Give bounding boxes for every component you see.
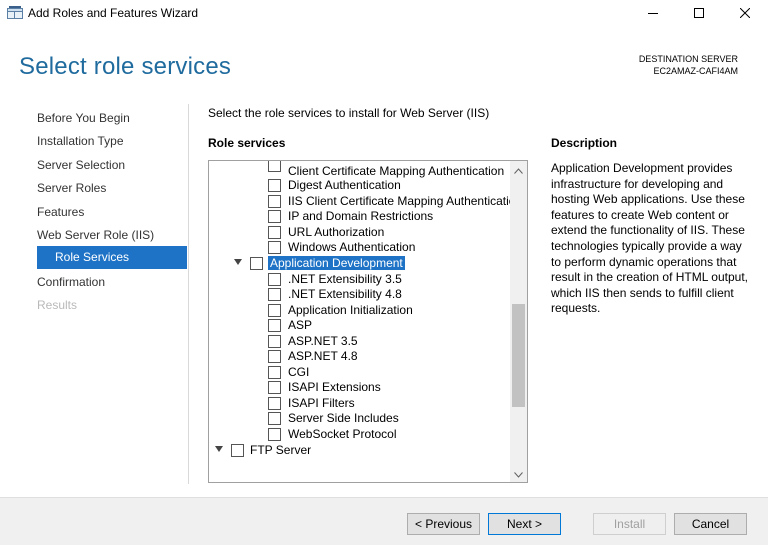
checkbox[interactable] <box>268 381 281 394</box>
nav-item-server-roles[interactable]: Server Roles <box>37 181 106 195</box>
checkbox[interactable] <box>268 241 281 254</box>
expand-collapse-icon[interactable] <box>215 446 223 452</box>
checkbox[interactable] <box>268 179 281 192</box>
nav-item-before-you-begin[interactable]: Before You Begin <box>37 111 130 125</box>
destination-server-name: EC2AMAZ-CAFI4AM <box>653 66 738 76</box>
previous-button[interactable]: < Previous <box>407 513 480 535</box>
checkbox[interactable] <box>268 304 281 317</box>
checkbox[interactable] <box>250 257 263 270</box>
description-text: Application Development provides infrast… <box>551 161 748 316</box>
checkbox[interactable] <box>268 288 281 301</box>
window-title: Add Roles and Features Wizard <box>28 6 199 20</box>
wizard-footer: < Previous Next > Install Cancel <box>0 497 768 545</box>
checkbox[interactable] <box>268 210 281 223</box>
checkbox[interactable] <box>268 428 281 441</box>
checkbox[interactable] <box>268 226 281 239</box>
title-bar: Add Roles and Features Wizard <box>0 0 768 26</box>
page-title: Select role services <box>19 53 232 80</box>
close-icon <box>740 8 750 18</box>
checkbox[interactable] <box>268 161 281 172</box>
nav-item-role-services[interactable]: Role Services <box>37 246 187 269</box>
tree-scrollbar[interactable] <box>510 161 527 482</box>
description-heading: Description <box>551 136 618 150</box>
scroll-up-button[interactable] <box>510 161 527 178</box>
install-button: Install <box>593 513 666 535</box>
destination-server-info: DESTINATION SERVER EC2AMAZ-CAFI4AM <box>639 53 738 77</box>
checkbox[interactable] <box>268 366 281 379</box>
checkbox[interactable] <box>268 273 281 286</box>
checkbox[interactable] <box>268 412 281 425</box>
checkbox[interactable] <box>268 397 281 410</box>
nav-item-installation-type[interactable]: Installation Type <box>37 134 124 148</box>
close-button[interactable] <box>722 0 768 26</box>
role-services-heading: Role services <box>208 136 286 150</box>
minimize-icon <box>648 8 658 18</box>
instruction-text: Select the role services to install for … <box>208 106 490 120</box>
cancel-button[interactable]: Cancel <box>674 513 747 535</box>
tree-item-application-development[interactable]: Application Development <box>209 256 509 271</box>
maximize-button[interactable] <box>676 0 722 26</box>
checkbox[interactable] <box>268 195 281 208</box>
checkbox[interactable] <box>231 444 244 457</box>
scroll-down-button[interactable] <box>510 465 527 482</box>
nav-item-web-server-role[interactable]: Web Server Role (IIS) <box>37 228 154 242</box>
wizard-header: Select role services DESTINATION SERVER … <box>0 26 768 98</box>
wizard-navigation: Before You Begin Installation Type Serve… <box>0 98 188 484</box>
next-button[interactable]: Next > <box>488 513 561 535</box>
expand-collapse-icon[interactable] <box>234 259 242 265</box>
nav-item-confirmation[interactable]: Confirmation <box>37 275 105 289</box>
checkbox[interactable] <box>268 335 281 348</box>
destination-server-label: DESTINATION SERVER <box>638 54 738 64</box>
minimize-button[interactable] <box>630 0 676 26</box>
nav-item-role-services-label: Role Services <box>55 250 130 264</box>
chevron-down-icon <box>514 467 523 481</box>
checkbox[interactable] <box>268 350 281 363</box>
nav-item-features[interactable]: Features <box>37 205 84 219</box>
nav-item-results: Results <box>37 298 78 312</box>
server-manager-icon <box>7 6 23 19</box>
chevron-up-icon <box>514 163 523 177</box>
nav-item-server-selection[interactable]: Server Selection <box>37 158 125 172</box>
checkbox[interactable] <box>268 319 281 332</box>
role-services-tree[interactable]: Client Certificate Mapping Authenticatio… <box>208 160 528 483</box>
scroll-thumb[interactable] <box>512 304 525 407</box>
nav-divider <box>188 104 189 484</box>
maximize-icon <box>694 8 704 18</box>
